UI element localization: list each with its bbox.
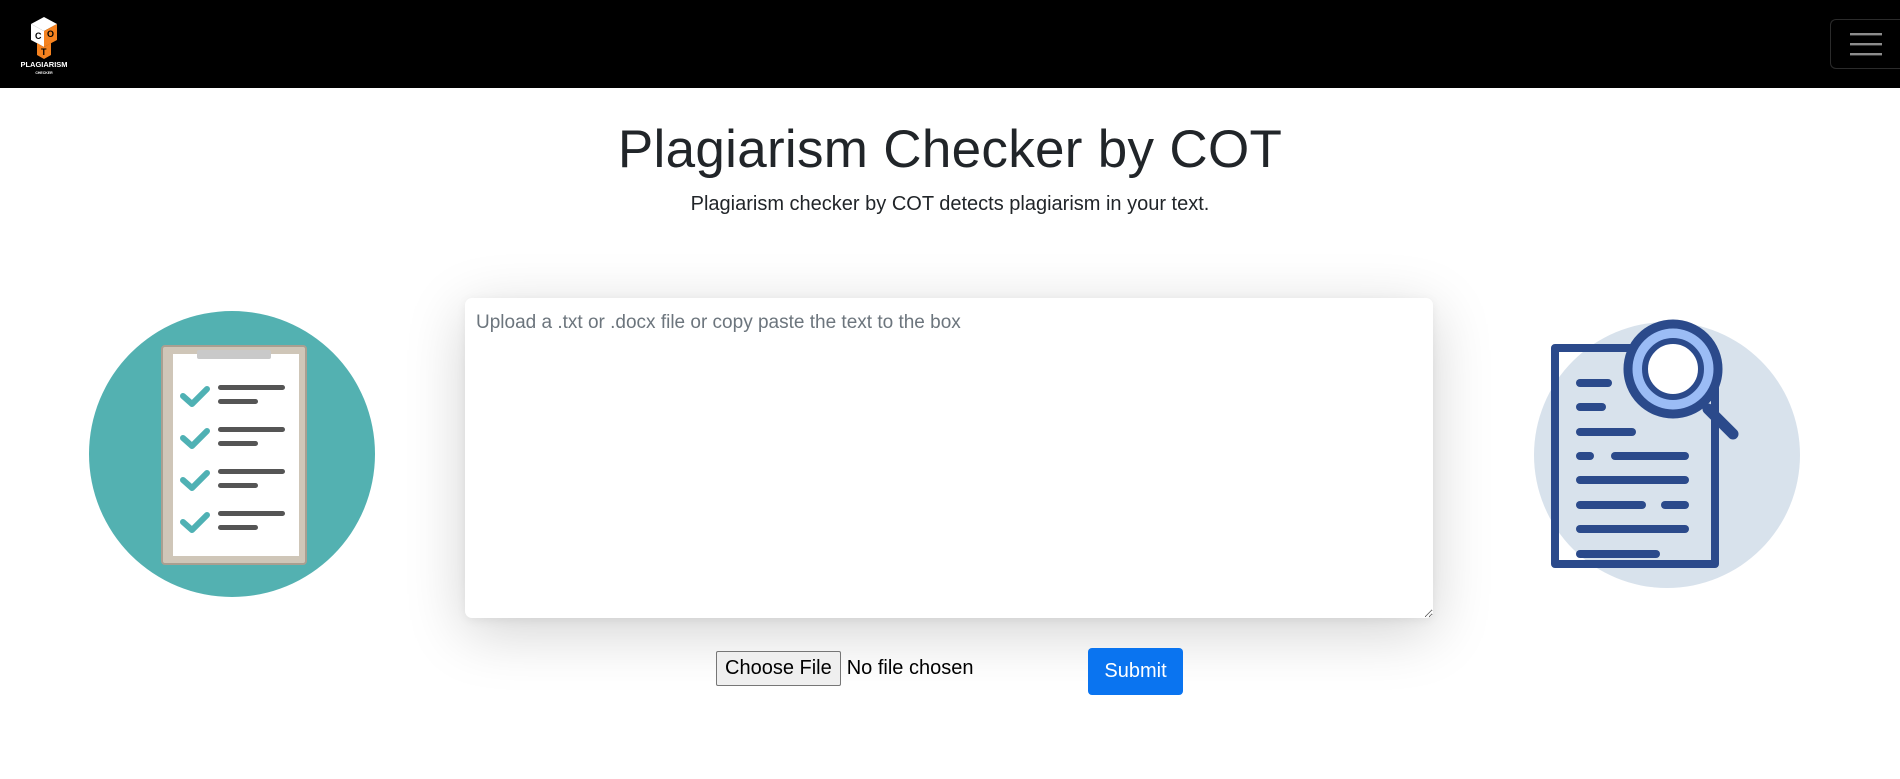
hamburger-menu-icon: [1849, 33, 1882, 56]
document-search-icon: [1534, 319, 1800, 588]
page-subtitle: Plagiarism checker by COT detects plagia…: [690, 193, 1210, 215]
text-input-area[interactable]: [465, 298, 1433, 618]
submit-button[interactable]: Submit: [1088, 648, 1183, 695]
choose-file-button[interactable]: Choose File: [716, 651, 841, 686]
logo-letter-t: T: [41, 47, 47, 57]
page-title: Plagiarism Checker by COT: [617, 120, 1283, 179]
logo-letter-o: O: [47, 29, 54, 39]
navbar-toggler-button[interactable]: [1830, 19, 1900, 69]
logo-subtext: CHECKER: [35, 71, 53, 75]
plagiarism-checker-logo[interactable]: C O T PLAGIARISM CHECKER: [15, 15, 73, 77]
text-input-card: [465, 298, 1433, 618]
file-upload[interactable]: Choose File No file chosen: [716, 651, 973, 686]
logo-letter-c: C: [35, 31, 42, 41]
checklist-clipboard-icon: [89, 311, 375, 597]
logo-text: PLAGIARISM: [20, 60, 67, 69]
file-status-text: No file chosen: [846, 657, 974, 679]
navbar: C O T PLAGIARISM CHECKER: [0, 0, 1900, 88]
